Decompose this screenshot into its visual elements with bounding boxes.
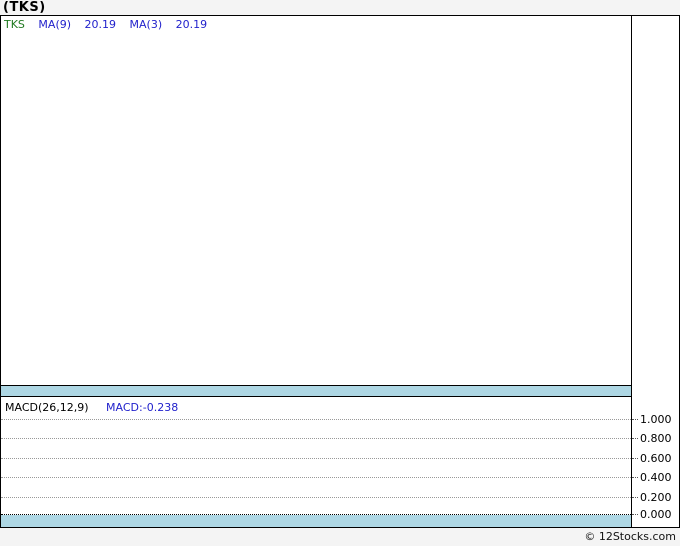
macd-gridline-0800 <box>1 438 631 439</box>
macd-gridline-0400 <box>1 477 631 478</box>
legend-ma3-value: 20.19 <box>175 18 208 31</box>
axis-label-0000: 0.000 <box>640 508 672 521</box>
macd-gridline-0600 <box>1 458 631 459</box>
legend-symbol: TKS <box>4 18 25 31</box>
axis-divider-line <box>631 16 632 527</box>
axis-tick <box>632 458 638 459</box>
time-axis-band <box>1 515 631 527</box>
axis-tick <box>632 419 638 420</box>
price-legend: TKS MA(9) 20.19 MA(3) 20.19 <box>4 18 217 31</box>
footer-credit[interactable]: © 12Stocks.com <box>0 529 680 546</box>
stock-chart-page: (TKS) TKS MA(9) 20.19 MA(3) 20.19 MACD(2… <box>0 0 680 546</box>
axis-tick <box>632 477 638 478</box>
legend-ma9-value: 20.19 <box>84 18 117 31</box>
legend-ma9-label: MA(9) <box>38 18 72 31</box>
axis-tick <box>632 514 638 515</box>
axis-tick <box>632 497 638 498</box>
legend-ma3-label: MA(3) <box>129 18 163 31</box>
macd-gridline-0200 <box>1 497 631 498</box>
price-plot-area <box>1 16 631 385</box>
axis-tick <box>632 438 638 439</box>
panel-separator-band <box>1 385 631 397</box>
axis-label-0600: 0.600 <box>640 452 672 465</box>
macd-gridline-1000 <box>1 419 631 420</box>
axis-label-0400: 0.400 <box>640 471 672 484</box>
page-title: (TKS) <box>3 0 46 15</box>
macd-indicator-value: MACD:-0.238 <box>106 401 179 414</box>
macd-indicator-label: MACD(26,12,9) <box>5 401 89 414</box>
macd-legend: MACD(26,12,9) MACD:-0.238 <box>5 401 178 414</box>
chart-frame: TKS MA(9) 20.19 MA(3) 20.19 MACD(26,12,9… <box>0 15 680 528</box>
axis-label-1000: 1.000 <box>640 413 672 426</box>
axis-label-0800: 0.800 <box>640 432 672 445</box>
axis-label-0200: 0.200 <box>640 491 672 504</box>
